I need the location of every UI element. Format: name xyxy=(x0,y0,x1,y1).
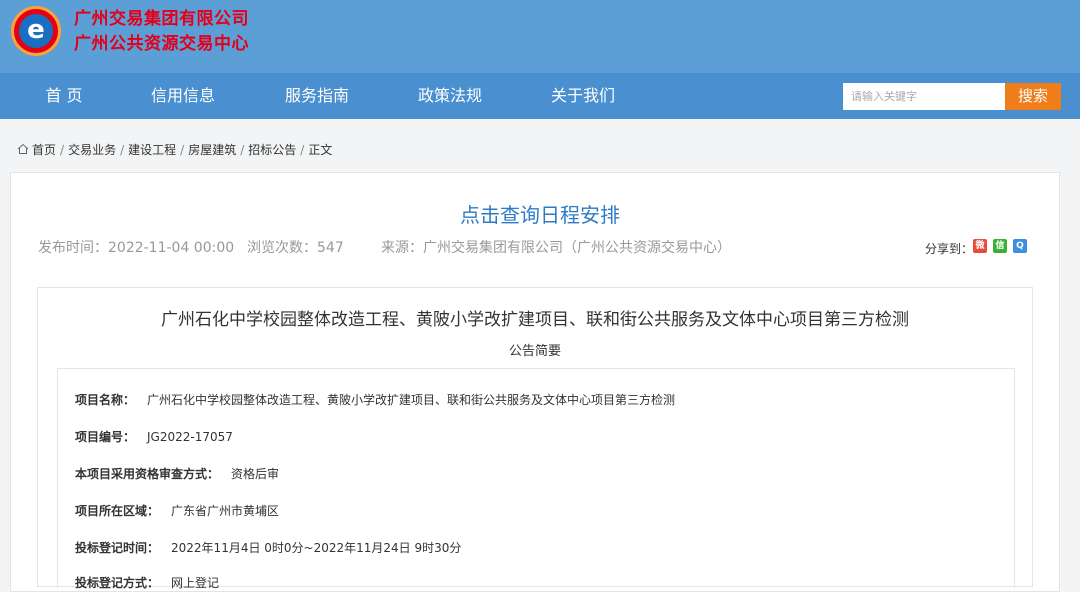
search-input[interactable]: 请输入关键字 xyxy=(843,83,1005,110)
crumb-construction[interactable]: 建设工程 xyxy=(128,143,176,157)
crumb-trading[interactable]: 交易业务 xyxy=(68,143,116,157)
crumb-housing[interactable]: 房屋建筑 xyxy=(188,143,236,157)
breadcrumb: 首页 / 交易业务 / 建设工程 / 房屋建筑 / 招标公告 / 正文 xyxy=(17,142,332,158)
org-name-line2: 广州公共资源交易中心 xyxy=(74,34,249,54)
org-name-line1: 广州交易集团有限公司 xyxy=(74,9,249,29)
search-button[interactable]: 搜索 xyxy=(1005,83,1061,110)
nav-home[interactable]: 首 页 xyxy=(38,73,90,119)
nav-policy[interactable]: 政策法规 xyxy=(413,73,487,119)
field-registration-method: 投标登记方式： 网上登记 xyxy=(75,576,220,590)
nav-credit-info[interactable]: 信用信息 xyxy=(146,73,220,119)
field-region: 项目所在区域： 广东省广州市黄埔区 xyxy=(75,504,280,518)
announcement-subtitle: 公告简要 xyxy=(508,344,561,359)
view-count: 浏览次数：547 xyxy=(247,240,344,256)
logo-letter: e xyxy=(19,14,53,48)
wechat-icon[interactable]: 信 xyxy=(993,239,1007,253)
crumb-current: 正文 xyxy=(308,143,333,157)
crumb-tender[interactable]: 招标公告 xyxy=(248,143,296,157)
nav-service-guide[interactable]: 服务指南 xyxy=(280,73,354,119)
field-project-name: 项目名称： 广州石化中学校园整体改造工程、黄陂小学改扩建项目、联和街公共服务及文体… xyxy=(75,393,676,407)
field-project-number: 项目编号： JG2022-17057 xyxy=(75,430,233,444)
field-registration-time: 投标登记时间： 2022年11月4日 0时0分~2022年11月24日 9时30分 xyxy=(75,541,462,555)
field-review-method: 本项目采用资格审查方式： 资格后审 xyxy=(75,467,280,481)
announcement-title: 广州石化中学校园整体改造工程、黄陂小学改扩建项目、联和街公共服务及文体中心项目第… xyxy=(161,310,909,330)
home-icon xyxy=(17,143,29,154)
crumb-home[interactable]: 首页 xyxy=(32,143,56,157)
publish-time: 发布时间：2022-11-04 00:00 xyxy=(38,240,235,256)
article-title[interactable]: 点击查询日程安排 xyxy=(0,199,1080,228)
qq-icon[interactable]: Q xyxy=(1013,239,1027,253)
article-source: 来源：广州交易集团有限公司（广州公共资源交易中心） xyxy=(381,240,731,256)
share-label: 分享到： xyxy=(925,242,974,256)
weibo-icon[interactable]: 微 xyxy=(973,239,987,253)
site-logo[interactable]: e xyxy=(11,6,61,56)
nav-about[interactable]: 关于我们 xyxy=(546,73,620,119)
